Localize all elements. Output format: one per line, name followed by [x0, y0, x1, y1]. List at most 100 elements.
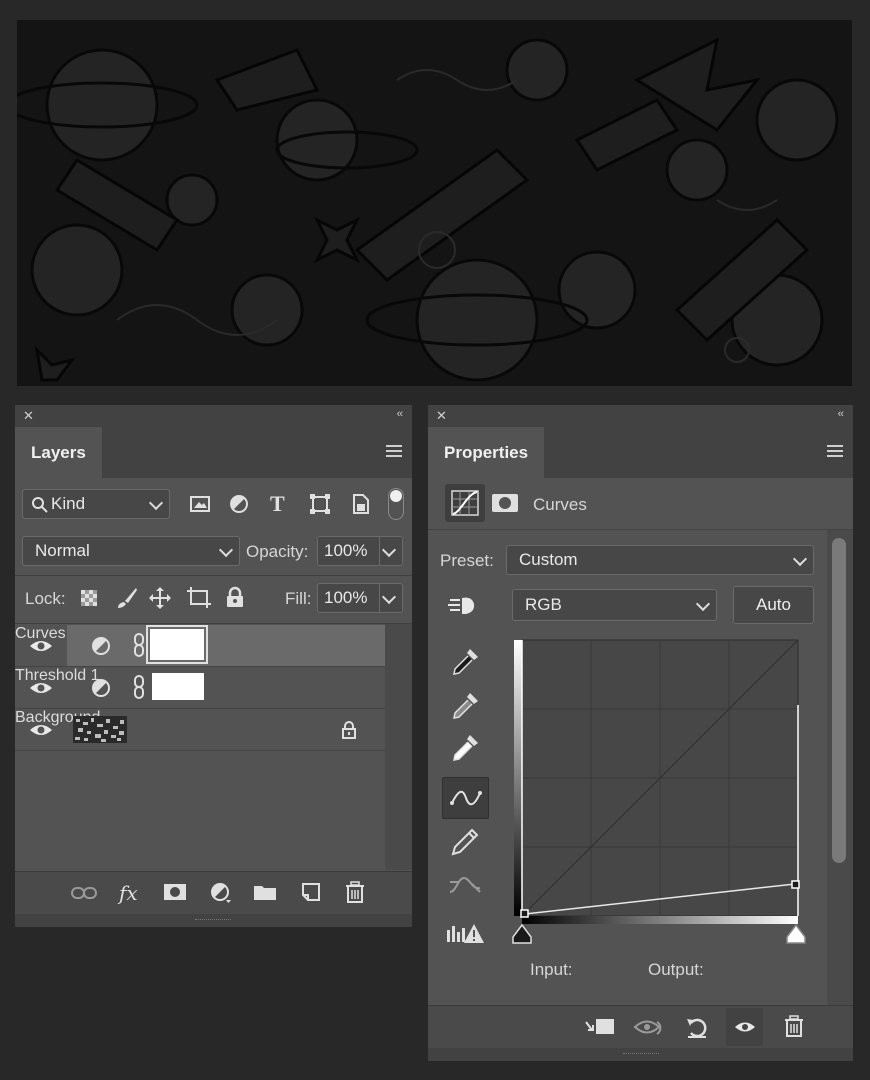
- properties-panel: ✕ ‹‹ Properties Curves Preset: Custom RG…: [428, 405, 853, 1061]
- chevron-down-icon: [218, 542, 234, 558]
- blend-mode-value: Normal: [35, 541, 90, 560]
- layers-scroll-track[interactable]: [385, 624, 412, 870]
- white-point-slider[interactable]: [786, 923, 806, 944]
- curve-point-black[interactable]: [520, 909, 529, 918]
- opacity-input[interactable]: 100%: [317, 536, 403, 566]
- visibility-toggle-button[interactable]: [726, 1008, 763, 1046]
- white-point-eyedropper-icon[interactable]: [450, 733, 480, 763]
- edit-points-button[interactable]: [442, 777, 489, 819]
- panel-menu-icon[interactable]: [827, 445, 843, 460]
- layer-mask-thumbnail[interactable]: [152, 673, 204, 700]
- smooth-curve-icon[interactable]: [448, 872, 482, 898]
- layer-thumbnail[interactable]: [73, 716, 127, 743]
- preset-select[interactable]: Custom: [506, 545, 814, 575]
- black-point-eyedropper-icon[interactable]: [450, 647, 480, 677]
- adjustment-layer-icon: [92, 637, 110, 655]
- panel-menu-icon[interactable]: [386, 445, 402, 460]
- layers-panel: ✕ ‹‹ Layers Kind T Normal Opacity: 100%: [15, 405, 412, 927]
- input-label: Input:: [530, 960, 573, 979]
- tab-bar: Properties: [428, 427, 853, 478]
- canvas-artwork: [17, 20, 852, 386]
- opacity-dropdown-icon[interactable]: [381, 542, 397, 558]
- collapse-icon[interactable]: ‹‹: [397, 408, 403, 420]
- document-canvas[interactable]: [17, 20, 852, 386]
- trash-icon[interactable]: [784, 1015, 804, 1037]
- fill-dropdown-icon[interactable]: [381, 589, 397, 605]
- properties-footer: [428, 1005, 853, 1048]
- view-previous-state-icon[interactable]: [633, 1016, 665, 1038]
- filter-kind-select[interactable]: Kind: [22, 489, 170, 519]
- curves-adjustment-button[interactable]: [445, 484, 485, 522]
- layer-row-threshold[interactable]: Threshold 1: [15, 667, 385, 708]
- filter-toggle[interactable]: [388, 488, 404, 520]
- channel-value: RGB: [525, 595, 562, 614]
- filter-type-icon[interactable]: T: [270, 491, 285, 517]
- clip-to-layer-icon[interactable]: [584, 1016, 616, 1038]
- layer-name[interactable]: Threshold 1: [15, 667, 100, 684]
- resize-grip[interactable]: [15, 914, 412, 927]
- channel-select[interactable]: RGB: [512, 589, 717, 621]
- tab-properties[interactable]: Properties: [428, 427, 545, 478]
- visibility-eye-icon[interactable]: [29, 638, 53, 654]
- close-icon[interactable]: ✕: [436, 408, 447, 424]
- panel-titlebar[interactable]: ✕ ‹‹: [15, 405, 412, 427]
- fill-input[interactable]: 100%: [317, 583, 403, 613]
- preset-label: Preset:: [440, 551, 494, 570]
- chevron-down-icon: [792, 551, 808, 567]
- close-icon[interactable]: ✕: [23, 408, 34, 424]
- clipping-warning-icon[interactable]: [445, 922, 485, 946]
- opacity-value: 100%: [324, 541, 368, 560]
- gray-point-eyedropper-icon[interactable]: [450, 691, 480, 721]
- folder-icon[interactable]: [253, 883, 277, 901]
- mask-link-icon[interactable]: [132, 675, 146, 699]
- on-image-adjust-icon[interactable]: [448, 594, 480, 618]
- auto-button[interactable]: Auto: [733, 586, 814, 624]
- filter-pixel-icon[interactable]: [189, 494, 211, 514]
- search-icon: [32, 497, 48, 513]
- trash-icon[interactable]: [345, 881, 365, 903]
- pencil-icon[interactable]: [450, 827, 480, 857]
- filter-adjustment-icon[interactable]: [228, 493, 250, 515]
- mask-icon[interactable]: [163, 883, 187, 901]
- mask-properties-icon[interactable]: [491, 493, 519, 513]
- lock-transparent-pixels-icon[interactable]: [80, 589, 98, 607]
- layer-list: Curves 1 Threshold 1 Background: [15, 624, 385, 870]
- layers-footer: fx: [15, 871, 412, 914]
- lock-position-icon[interactable]: [148, 586, 172, 610]
- layer-row-background[interactable]: Background: [15, 709, 385, 750]
- lock-artboard-icon[interactable]: [186, 586, 212, 610]
- opacity-label: Opacity:: [246, 542, 309, 561]
- reset-icon[interactable]: [684, 1015, 710, 1039]
- blend-mode-select[interactable]: Normal: [22, 536, 240, 566]
- properties-scroll-track[interactable]: [827, 530, 853, 1005]
- black-point-slider[interactable]: [512, 923, 532, 944]
- fx-icon[interactable]: fx: [119, 881, 138, 905]
- collapse-icon[interactable]: ‹‹: [838, 408, 844, 420]
- layer-lock-icon[interactable]: [341, 721, 357, 739]
- visibility-eye-icon[interactable]: [29, 722, 53, 738]
- filter-smart-object-icon[interactable]: [351, 493, 371, 515]
- filter-shape-icon[interactable]: [309, 493, 331, 515]
- layer-row-curves[interactable]: Curves 1: [15, 625, 385, 666]
- new-layer-icon[interactable]: [301, 882, 321, 902]
- adjustment-name: Curves: [533, 495, 587, 514]
- scroll-thumb[interactable]: [832, 538, 846, 863]
- lock-all-icon[interactable]: [225, 586, 245, 608]
- panel-titlebar[interactable]: ✕ ‹‹: [428, 405, 853, 427]
- adjustment-icon[interactable]: [210, 882, 232, 904]
- eye-icon: [735, 1022, 755, 1032]
- curve-points-icon: [450, 790, 482, 806]
- fill-label: Fill:: [285, 589, 312, 608]
- link-icon[interactable]: [71, 886, 97, 900]
- tab-bar: Layers: [15, 427, 412, 478]
- curves-graph[interactable]: [511, 637, 811, 957]
- mask-link-icon[interactable]: [132, 633, 146, 657]
- tab-layers[interactable]: Layers: [15, 427, 102, 478]
- filter-kind-label: Kind: [51, 494, 86, 513]
- visibility-eye-icon[interactable]: [29, 680, 53, 696]
- lock-image-pixels-icon[interactable]: [115, 586, 139, 610]
- curve-point-white[interactable]: [791, 880, 800, 889]
- adjustment-layer-icon: [92, 679, 110, 697]
- layer-mask-thumbnail[interactable]: [146, 625, 208, 664]
- resize-grip[interactable]: [428, 1048, 853, 1061]
